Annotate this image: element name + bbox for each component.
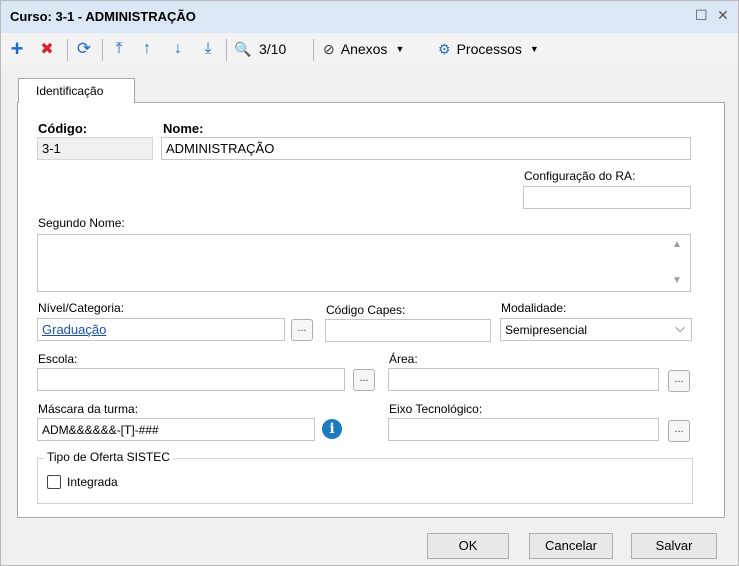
- first-record-icon[interactable]: ⤒: [111, 40, 127, 58]
- tab-identificacao[interactable]: Identificação: [18, 78, 135, 103]
- refresh-icon[interactable]: ⟳: [75, 39, 93, 58]
- search-icon[interactable]: 🔍: [233, 40, 253, 58]
- attachments-label: Anexos: [340, 41, 388, 57]
- add-icon[interactable]: +: [9, 36, 25, 61]
- course-window: Curso: 3-1 - ADMINISTRAÇÃO ☐ ✕ + ✖ ⟳ ⤒ ↑…: [0, 0, 739, 566]
- chevron-down-icon: ⌵: [675, 320, 685, 335]
- integrada-checkbox[interactable]: [47, 475, 61, 489]
- toolbar: + ✖ ⟳ ⤒ ↑ ↓ ⤓ 🔍 3/10 ⊘ Anexos ▼ ⚙ Proces…: [1, 33, 738, 65]
- escola-field[interactable]: [37, 368, 345, 391]
- modalidade-label: Modalidade:: [501, 301, 567, 315]
- attachments-menu[interactable]: ⊘ Anexos ▼: [323, 40, 427, 58]
- eixo-label: Eixo Tecnológico:: [389, 402, 483, 416]
- nome-field[interactable]: ADMINISTRAÇÃO: [161, 137, 691, 160]
- escola-label: Escola:: [38, 352, 78, 366]
- record-counter: 3/10: [259, 41, 287, 57]
- tab-label: Identificação: [36, 84, 104, 98]
- paperclip-icon: ⊘: [323, 40, 335, 57]
- processes-menu[interactable]: ⚙ Processos ▼: [438, 40, 558, 58]
- area-field[interactable]: [388, 368, 659, 391]
- nivel-field[interactable]: Graduação: [37, 318, 285, 341]
- escola-lookup-button[interactable]: ...: [353, 369, 375, 391]
- eixo-lookup-button[interactable]: ...: [668, 420, 690, 442]
- modalidade-select[interactable]: Semipresencial ⌵: [500, 318, 692, 341]
- toolbar-separator: [102, 39, 103, 61]
- codigo-capes-label: Código Capes:: [326, 303, 406, 317]
- last-record-icon[interactable]: ⤓: [200, 40, 216, 58]
- area-lookup-button[interactable]: ...: [668, 370, 690, 392]
- info-icon[interactable]: i: [322, 419, 342, 439]
- modalidade-value: Semipresencial: [505, 323, 588, 337]
- cancel-button[interactable]: Cancelar: [529, 533, 613, 559]
- nivel-lookup-button[interactable]: ...: [291, 319, 313, 341]
- nivel-label: Nível/Categoria:: [38, 301, 125, 315]
- save-button[interactable]: Salvar: [631, 533, 717, 559]
- gear-icon: ⚙: [438, 40, 451, 57]
- nivel-link[interactable]: Graduação: [42, 322, 106, 337]
- oferta-group-label: Tipo de Oferta SISTEC: [44, 450, 173, 464]
- ok-button[interactable]: OK: [427, 533, 509, 559]
- window-title: Curso: 3-1 - ADMINISTRAÇÃO: [10, 9, 196, 24]
- toolbar-separator: [226, 39, 227, 61]
- toolbar-separator: [67, 39, 68, 61]
- processes-label: Processos: [456, 41, 522, 57]
- config-ra-label: Configuração do RA:: [524, 169, 636, 183]
- integrada-label: Integrada: [67, 475, 118, 489]
- codigo-label: Código:: [38, 121, 88, 136]
- title-bar: Curso: 3-1 - ADMINISTRAÇÃO ☐ ✕: [1, 1, 738, 33]
- chevron-down-icon: ▼: [395, 44, 405, 54]
- oferta-groupbox: [37, 458, 693, 504]
- previous-record-icon[interactable]: ↑: [139, 40, 155, 58]
- eixo-field[interactable]: [388, 418, 659, 441]
- chevron-down-icon: ▼: [529, 44, 539, 54]
- codigo-capes-field[interactable]: [325, 319, 491, 342]
- mascara-field[interactable]: ADM&&&&&&-[T]-###: [37, 418, 315, 441]
- next-record-icon[interactable]: ↓: [170, 40, 186, 58]
- scroll-down-icon[interactable]: ▼: [672, 275, 682, 286]
- config-ra-field[interactable]: [523, 186, 691, 209]
- toolbar-separator: [313, 39, 314, 61]
- segundo-nome-textarea[interactable]: [37, 234, 691, 292]
- codigo-field[interactable]: 3-1: [37, 137, 153, 160]
- nome-label: Nome:: [163, 121, 204, 136]
- segundo-nome-label: Segundo Nome:: [38, 216, 125, 230]
- scroll-up-icon[interactable]: ▲: [672, 239, 682, 250]
- delete-icon[interactable]: ✖: [39, 40, 55, 58]
- mascara-label: Máscara da turma:: [38, 402, 139, 416]
- close-icon[interactable]: ✕: [717, 7, 729, 24]
- area-label: Área:: [389, 352, 418, 366]
- restore-icon[interactable]: ☐: [695, 7, 708, 24]
